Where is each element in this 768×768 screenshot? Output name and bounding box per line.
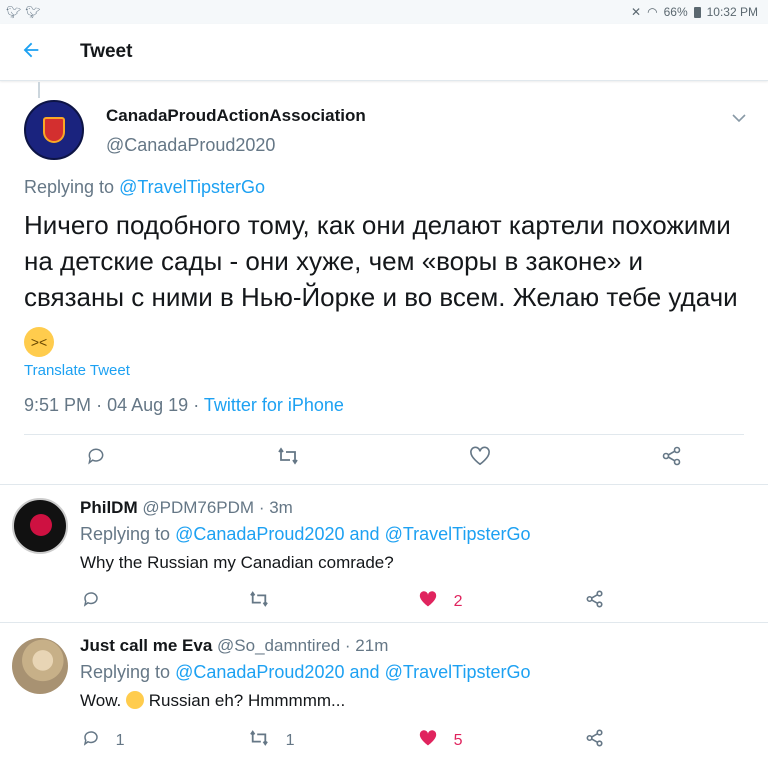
reply-handle[interactable]: @PDM76PDM: [142, 498, 254, 517]
mention-link[interactable]: @TravelTipsterGo: [119, 177, 265, 197]
replying-to: Replying to @TravelTipsterGo: [24, 177, 266, 197]
like-button[interactable]: [469, 446, 491, 472]
back-button[interactable]: [20, 39, 60, 66]
retweet-button[interactable]: [276, 446, 300, 472]
mention-link[interactable]: @CanadaProud2020: [175, 662, 344, 682]
avatar[interactable]: [12, 498, 68, 554]
mention-link[interactable]: @TravelTipsterGo: [385, 524, 531, 544]
retweet-icon: [278, 447, 298, 465]
retweet-icon: [250, 591, 268, 607]
share-icon: [586, 590, 603, 608]
twitter-bird-icon: 🐦︎: [25, 5, 41, 19]
like-button[interactable]: 2: [418, 590, 462, 614]
share-icon: [586, 729, 603, 747]
reply-age: 3m: [269, 498, 293, 517]
reply-header: PhilDM @PDM76PDM · 3m: [80, 498, 293, 517]
share-button[interactable]: [586, 729, 604, 753]
like-count: 5: [453, 732, 463, 749]
like-count: 2: [453, 593, 463, 610]
author-handle[interactable]: @CanadaProud2020: [106, 135, 275, 156]
translate-tweet-link[interactable]: Translate Tweet: [24, 362, 130, 379]
unamused-face-emoji: [126, 691, 144, 709]
tweet-date: 04 Aug 19: [107, 395, 189, 415]
heart-icon: [470, 446, 490, 466]
tweet-meta: 9:51 PM · 04 Aug 19 · Twitter for iPhone: [24, 395, 344, 415]
reply-tweet[interactable]: Just call me Eva @So_damntired · 21m Rep…: [0, 622, 768, 768]
mention-link[interactable]: @CanadaProud2020: [175, 524, 344, 544]
status-bar: 🐦︎ 🐦︎ ✕ ◠ 66% 10:32 PM: [0, 0, 768, 24]
arrow-left-icon: [23, 42, 39, 57]
tweet-author: CanadaProudActionAssociation @CanadaProu…: [24, 100, 754, 170]
comment-icon: [83, 731, 98, 746]
twitter-bird-icon: 🐦︎: [6, 5, 22, 19]
reply-header: Just call me Eva @So_damntired · 21m: [80, 636, 389, 655]
battery-icon: [693, 6, 701, 18]
mute-icon: ✕: [631, 5, 642, 19]
page-title: Tweet: [80, 41, 133, 62]
thread-connector: [38, 82, 40, 98]
chevron-down-icon[interactable]: [732, 110, 746, 126]
retweet-icon: [250, 730, 268, 746]
retweet-count: 1: [285, 732, 295, 749]
notification-icons: 🐦︎ 🐦︎: [6, 5, 40, 19]
retweet-button[interactable]: [248, 590, 270, 614]
share-button[interactable]: [662, 446, 682, 472]
comment-icon: [83, 592, 98, 607]
tweet-actions: [0, 446, 768, 476]
mention-link[interactable]: @TravelTipsterGo: [385, 662, 531, 682]
reply-button[interactable]: [86, 446, 106, 472]
reply-display-name[interactable]: Just call me Eva: [80, 636, 212, 655]
system-tray: ✕ ◠ 66% 10:32 PM: [631, 5, 758, 19]
replying-to: Replying to @CanadaProud2020 and @Travel…: [80, 662, 531, 682]
clock: 10:32 PM: [706, 5, 758, 19]
tweet-text: Ничего подобного тому, как они делают ка…: [24, 207, 744, 357]
retweet-button[interactable]: 1: [248, 729, 294, 753]
avatar[interactable]: [12, 638, 68, 694]
reply-text: Why the Russian my Canadian comrade?: [80, 553, 394, 572]
like-button[interactable]: 5: [418, 729, 462, 753]
replying-to: Replying to @CanadaProud2020 and @Travel…: [80, 524, 531, 544]
reply-count: 1: [115, 732, 125, 749]
avatar[interactable]: [24, 100, 84, 160]
tweet-source-link[interactable]: Twitter for iPhone: [204, 395, 344, 415]
reply-handle[interactable]: @So_damntired: [217, 636, 340, 655]
share-icon: [662, 446, 681, 466]
heart-filled-icon: [419, 730, 437, 746]
comment-icon: [88, 448, 104, 465]
reply-button[interactable]: 1: [82, 729, 124, 753]
battery-percent: 66%: [663, 5, 688, 19]
author-display-name[interactable]: CanadaProudActionAssociation: [106, 106, 366, 126]
tired-face-emoji: ><: [24, 327, 54, 357]
wifi-icon: ◠: [647, 5, 658, 19]
divider: [24, 434, 744, 435]
crest-icon: [43, 117, 65, 143]
tweet-time: 9:51 PM: [24, 395, 92, 415]
reply-button[interactable]: [82, 590, 100, 614]
app-bar: Tweet: [0, 24, 768, 81]
share-button[interactable]: [586, 590, 604, 614]
reply-age: 21m: [355, 636, 389, 655]
reply-display-name[interactable]: PhilDM: [80, 498, 138, 517]
reply-tweet[interactable]: PhilDM @PDM76PDM · 3m Replying to @Canad…: [0, 484, 768, 620]
reply-text: Wow. Russian eh? Hmmmmm...: [80, 691, 346, 710]
raptors-logo-icon: [30, 514, 52, 536]
heart-filled-icon: [419, 591, 437, 607]
